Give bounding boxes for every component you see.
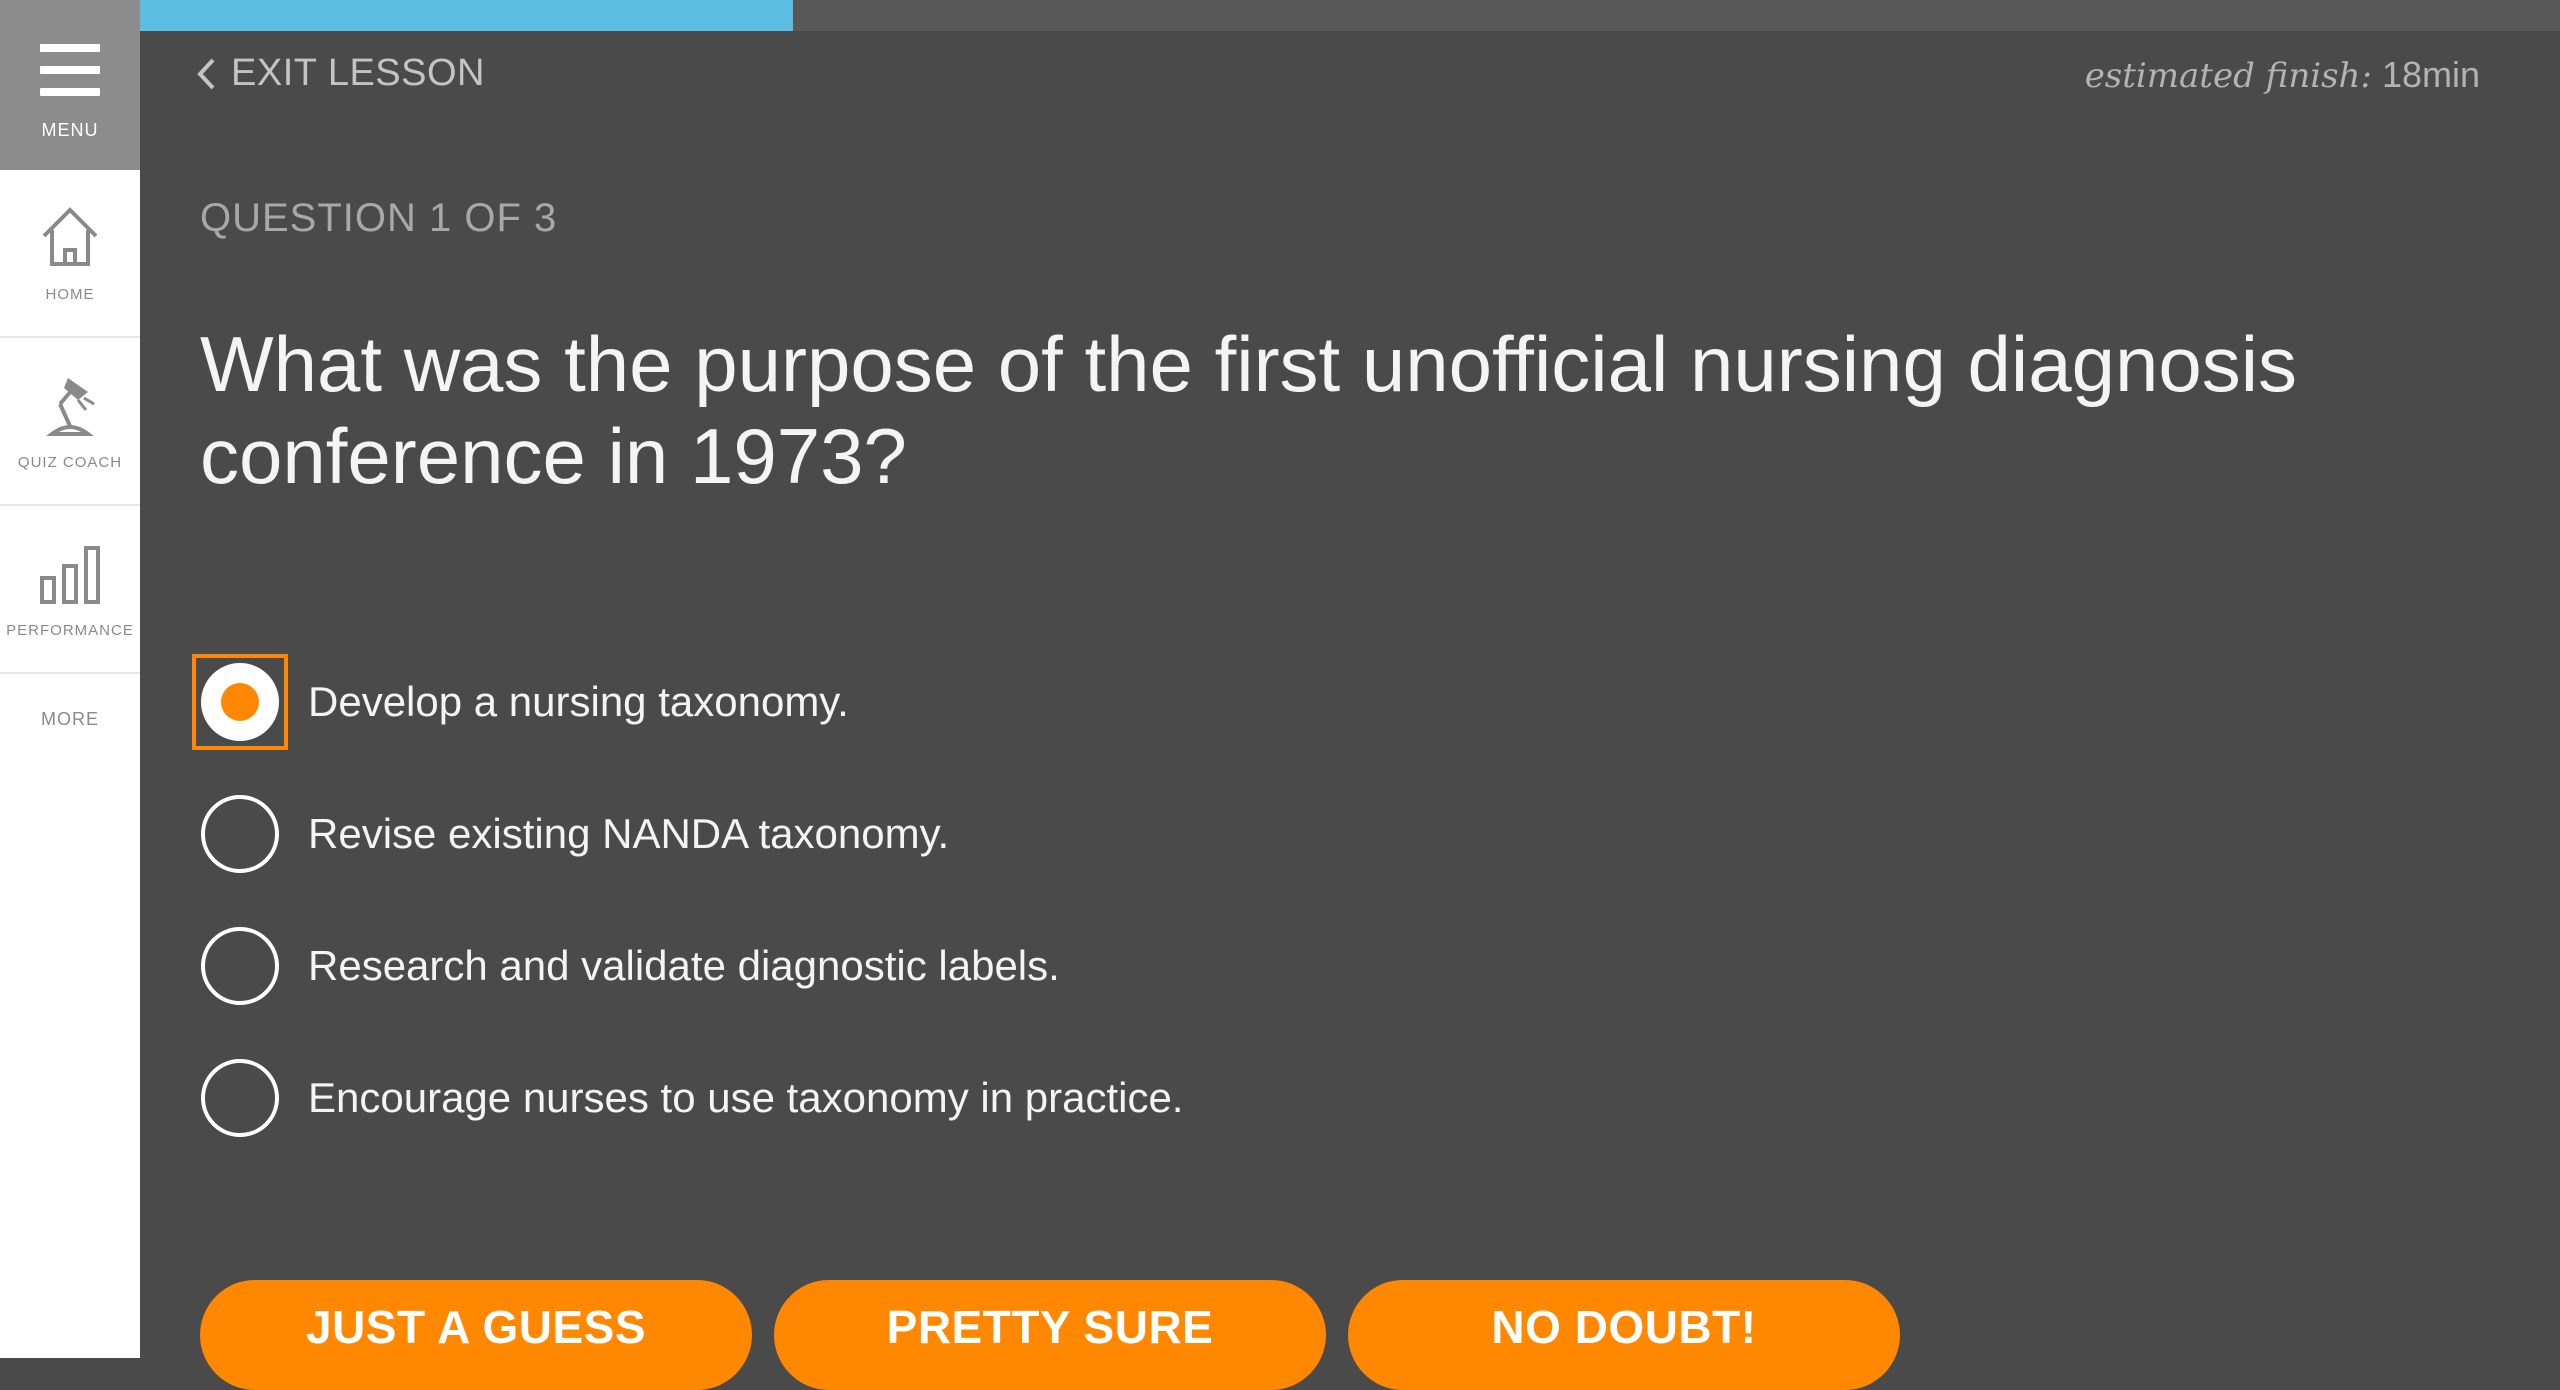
sidebar-item-label: PERFORMANCE [6, 622, 134, 639]
exit-lesson-label: EXIT LESSON [231, 52, 486, 94]
radio-focus-ring [192, 786, 288, 882]
lesson-progress-fill [140, 0, 794, 31]
sidebar-item-quiz-coach[interactable]: QUIZ COACH [0, 338, 140, 506]
radio-focus-ring [192, 654, 288, 750]
estimated-finish: estimated finish: 18min [2085, 54, 2480, 96]
just-a-guess-button[interactable]: JUST A GUESS [200, 1280, 752, 1390]
sidebar-item-more[interactable]: MORE [0, 674, 140, 764]
sidebar-item-performance[interactable]: PERFORMANCE [0, 506, 140, 674]
menu-button[interactable]: MENU [0, 0, 140, 170]
no-doubt-button[interactable]: NO DOUBT! [1348, 1280, 1900, 1390]
menu-label: MENU [41, 120, 99, 140]
question-text: What was the purpose of the first unoffi… [200, 320, 2298, 500]
answer-option-label: Encourage nurses to use taxonomy in prac… [308, 1074, 1184, 1121]
answer-option[interactable]: Revise existing NANDA taxonomy. [192, 768, 1183, 900]
exit-lesson-button[interactable]: EXIT LESSON [195, 52, 485, 95]
radio-button-selected[interactable] [201, 663, 279, 741]
pretty-sure-button[interactable]: PRETTY SURE [774, 1280, 1326, 1390]
sidebar: MENU HOME QUIZ COACH PERFORMANCE MORE [0, 0, 140, 1358]
answer-options: Develop a nursing taxonomy. Revise exist… [192, 636, 1183, 1164]
answer-option-label: Revise existing NANDA taxonomy. [308, 810, 950, 857]
sidebar-item-label: QUIZ COACH [17, 454, 123, 471]
answer-option[interactable]: Encourage nurses to use taxonomy in prac… [192, 1032, 1183, 1164]
hamburger-icon [40, 44, 100, 96]
answer-option[interactable]: Research and validate diagnostic labels. [192, 900, 1183, 1032]
question-counter: QUESTION 1 OF 3 [200, 196, 558, 240]
estimated-finish-label: estimated finish: [2084, 56, 2372, 96]
radio-dot [221, 683, 259, 721]
answer-option-label: Research and validate diagnostic labels. [308, 942, 1060, 989]
sidebar-item-label: HOME [45, 286, 95, 303]
confidence-buttons: JUST A GUESS PRETTY SURE NO DOUBT! [200, 1280, 1900, 1390]
home-icon [42, 207, 98, 266]
radio-button[interactable] [201, 927, 279, 1005]
radio-button[interactable] [201, 795, 279, 873]
chevron-left-icon [197, 58, 215, 89]
bar-chart-icon [40, 546, 100, 604]
answer-option-label: Develop a nursing taxonomy. [308, 678, 849, 725]
answer-option[interactable]: Develop a nursing taxonomy. [192, 636, 1183, 768]
lesson-progress-bar [140, 0, 2560, 31]
estimated-finish-value: 18min [2381, 54, 2480, 95]
desk-lamp-icon [46, 378, 95, 436]
radio-focus-ring [192, 1050, 288, 1146]
radio-focus-ring [192, 918, 288, 1014]
sidebar-item-home[interactable]: HOME [0, 170, 140, 338]
radio-button[interactable] [201, 1059, 279, 1137]
